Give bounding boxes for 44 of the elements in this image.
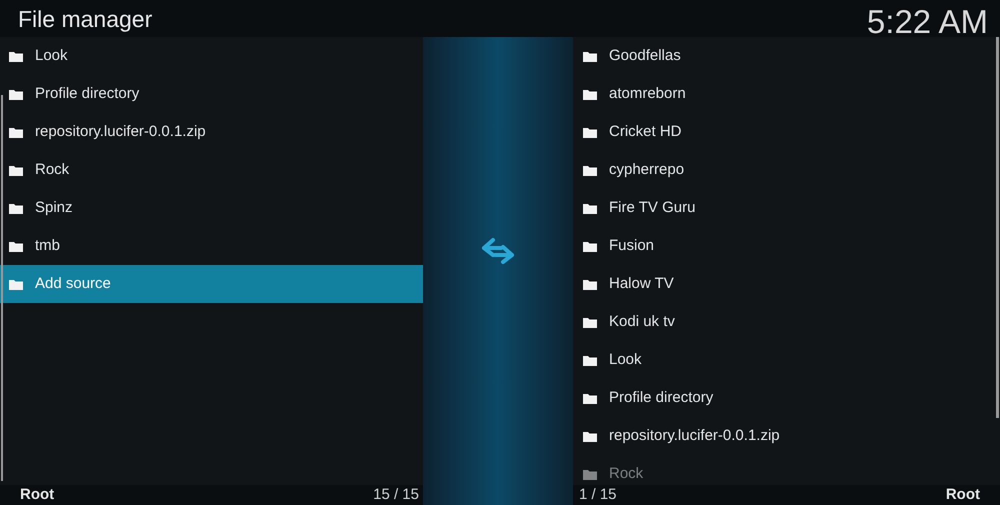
folder-icon	[583, 354, 597, 366]
folder-icon	[9, 202, 23, 214]
folder-icon	[583, 50, 597, 62]
folder-item[interactable]: Kodi uk tv	[573, 303, 995, 341]
folder-icon	[583, 468, 597, 480]
path-label: Root	[946, 484, 980, 505]
folder-icon	[9, 88, 23, 100]
folder-icon	[583, 430, 597, 442]
scrollbar[interactable]	[996, 37, 999, 418]
folder-item[interactable]: repository.lucifer-0.0.1.zip	[573, 417, 995, 455]
item-count: 15 / 15	[373, 484, 419, 505]
folder-icon	[583, 392, 597, 404]
scrollbar[interactable]	[1, 95, 3, 481]
folder-item[interactable]: Look	[573, 341, 995, 379]
folder-item[interactable]: repository.lucifer-0.0.1.zip	[0, 113, 423, 151]
folder-item[interactable]: atomreborn	[573, 75, 995, 113]
folder-icon	[9, 126, 23, 138]
folder-item[interactable]: Spinz	[0, 189, 423, 227]
folder-icon	[583, 164, 597, 176]
folder-item[interactable]: Profile directory	[573, 379, 995, 417]
folder-icon	[583, 316, 597, 328]
folder-icon	[583, 240, 597, 252]
folder-icon	[583, 278, 597, 290]
folder-item[interactable]: Halow TV	[573, 265, 995, 303]
path-label: Root	[20, 484, 54, 505]
folder-icon	[583, 202, 597, 214]
swap-icon[interactable]	[481, 237, 515, 265]
folder-icon	[583, 126, 597, 138]
folder-item[interactable]: Fire TV Guru	[573, 189, 995, 227]
folder-item[interactable]: Add source	[0, 265, 423, 303]
item-count: 1 / 15	[579, 484, 617, 505]
folder-icon	[9, 50, 23, 62]
folder-item[interactable]: tmb	[0, 227, 423, 265]
window-title: File manager	[17, 5, 152, 34]
folder-item[interactable]: Rock	[0, 151, 423, 189]
folder-item[interactable]: Look	[0, 37, 423, 75]
folder-icon	[9, 240, 23, 252]
folder-item[interactable]: cypherrepo	[573, 151, 995, 189]
folder-item[interactable]: Cricket HD	[573, 113, 995, 151]
folder-icon	[9, 278, 23, 290]
folder-icon	[583, 88, 597, 100]
folder-item[interactable]: Profile directory	[0, 75, 423, 113]
folder-item[interactable]: Fusion	[573, 227, 995, 265]
folder-icon	[9, 164, 23, 176]
